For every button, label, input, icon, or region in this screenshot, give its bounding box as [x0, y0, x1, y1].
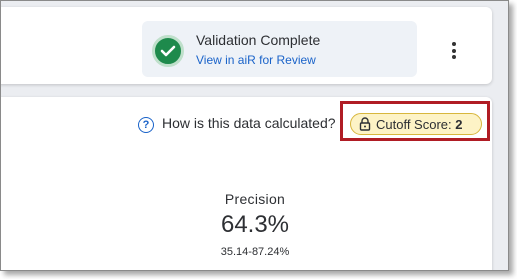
- precision-range: 35.14-87.24%: [220, 246, 290, 258]
- view-in-air-link[interactable]: View in aiR for Review: [196, 53, 316, 67]
- header-card: Validation Complete View in aiR for Revi…: [1, 7, 492, 84]
- precision-value: 64.3%: [220, 211, 290, 238]
- question-circle-icon[interactable]: ?: [138, 117, 154, 133]
- precision-label: Precision: [224, 191, 286, 207]
- data-calculation-help-link[interactable]: How is this data calculated?: [162, 115, 336, 131]
- validation-status-title: Validation Complete: [196, 32, 321, 48]
- validation-status-chip: Validation Complete View in aiR for Revi…: [142, 21, 417, 77]
- check-circle-icon: [152, 35, 184, 67]
- cutoff-score-highlight: [340, 101, 490, 141]
- more-vertical-icon[interactable]: [446, 42, 462, 66]
